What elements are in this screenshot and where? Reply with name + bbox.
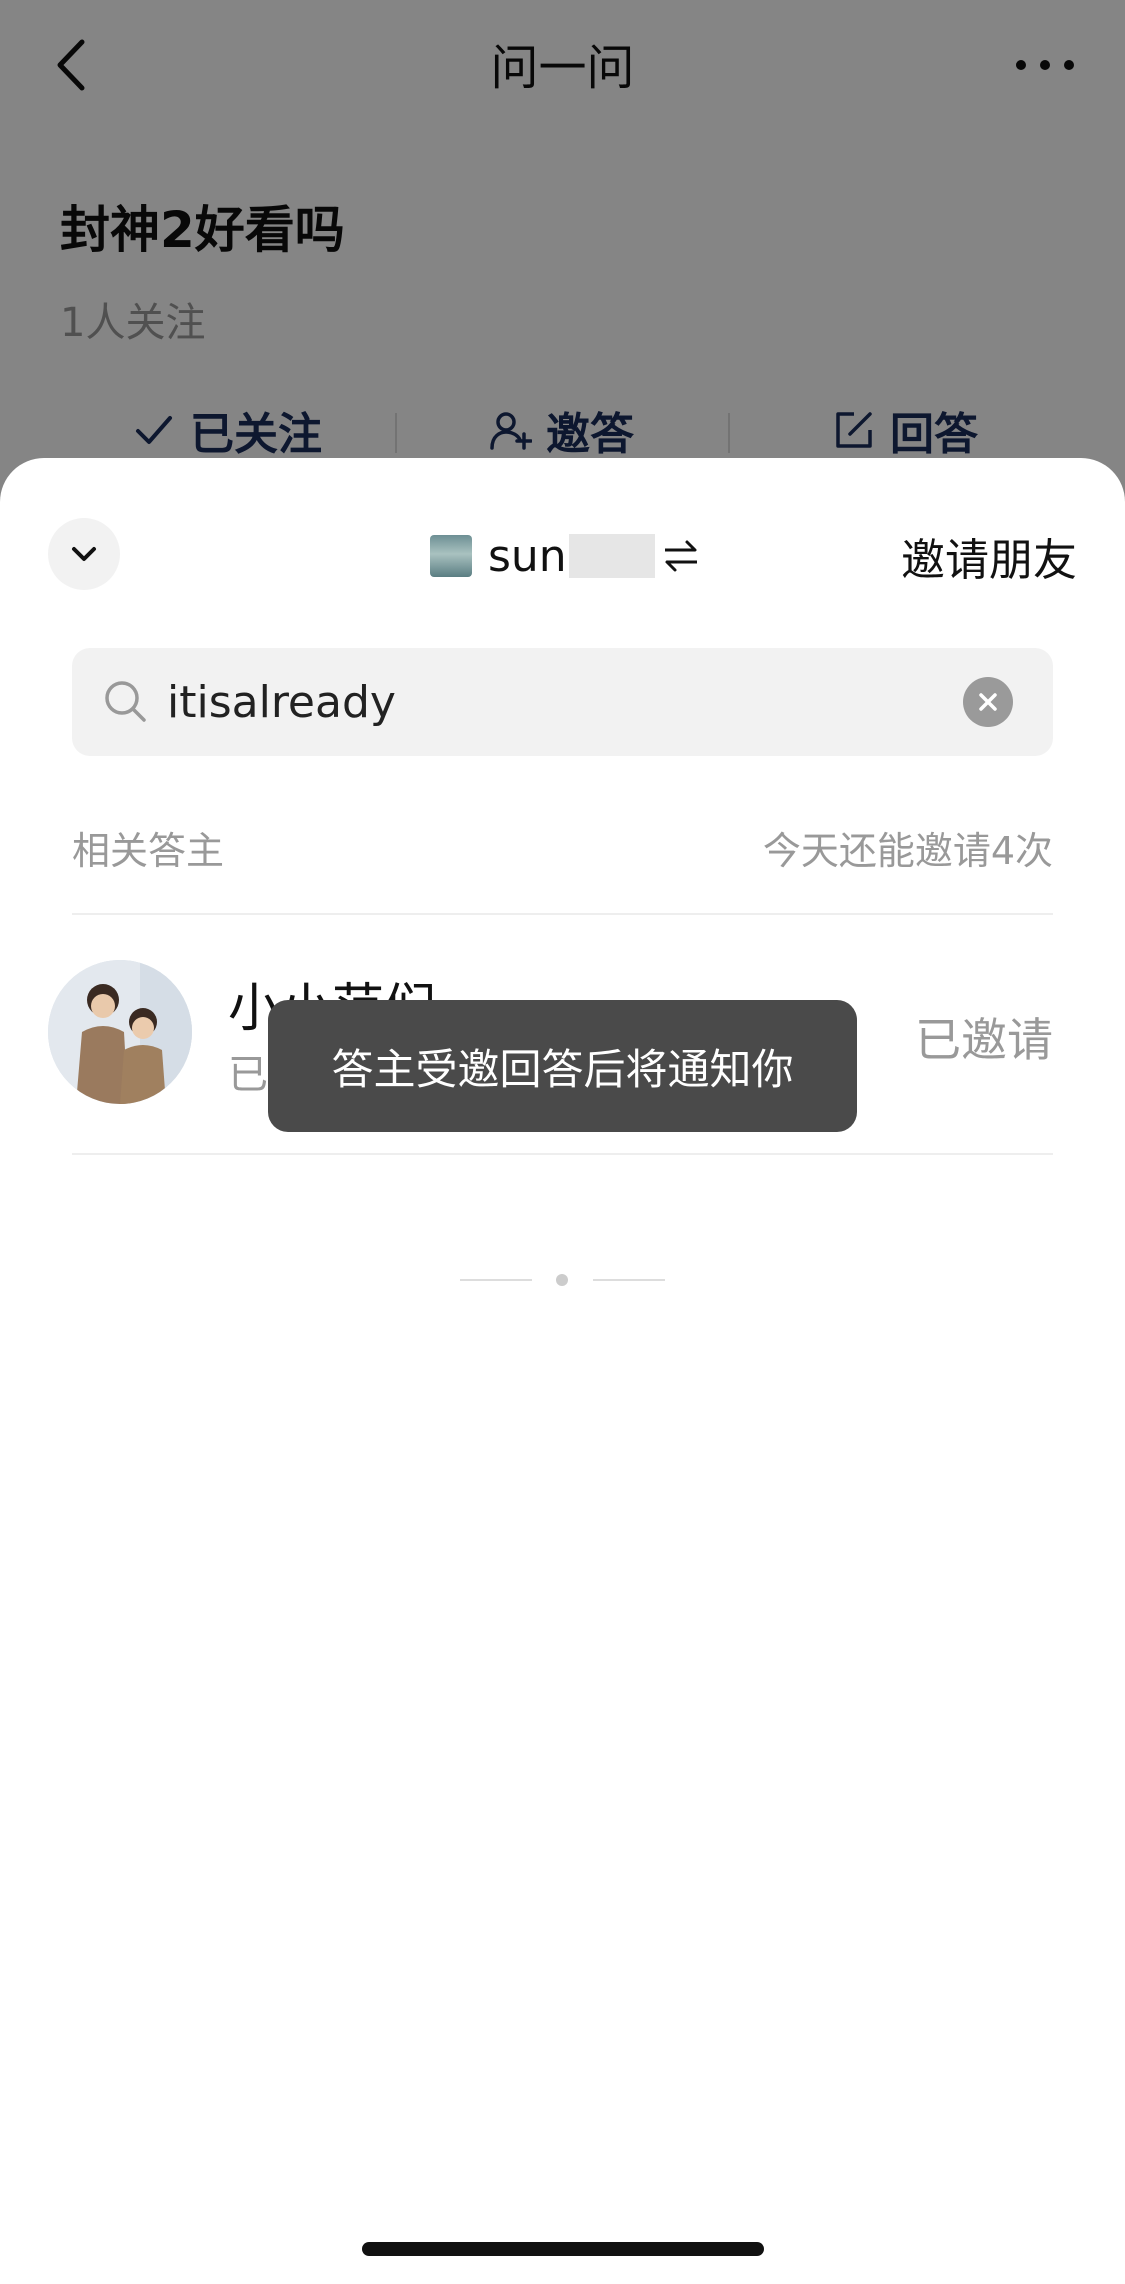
redacted-name bbox=[568, 534, 655, 578]
clear-icon bbox=[979, 693, 997, 711]
search-icon bbox=[105, 681, 146, 722]
collapse-button[interactable] bbox=[48, 518, 120, 590]
toast: 答主受邀回答后将通知你 bbox=[268, 1000, 857, 1132]
chevron-down-icon bbox=[72, 547, 96, 561]
clear-search-button[interactable] bbox=[963, 677, 1013, 727]
invite-sheet: sun 邀请朋友 相关答主 今天还能邀请4次 bbox=[0, 458, 1125, 2284]
home-indicator[interactable] bbox=[362, 2242, 764, 2256]
invite-quota: 今天还能邀请4次 bbox=[762, 829, 1053, 873]
invite-friends-button[interactable]: 邀请朋友 bbox=[901, 524, 1077, 588]
end-line bbox=[460, 1279, 532, 1281]
account-name: sun bbox=[488, 530, 567, 582]
account-avatar bbox=[430, 535, 472, 577]
answerer-subtitle: 已 bbox=[228, 1052, 268, 1098]
switch-account-icon bbox=[664, 540, 697, 572]
end-line bbox=[593, 1279, 665, 1281]
end-dot bbox=[556, 1274, 568, 1286]
search-bar bbox=[72, 648, 1053, 756]
invited-status[interactable]: 已邀请 bbox=[915, 1004, 1053, 1070]
avatar bbox=[48, 960, 192, 1104]
divider bbox=[72, 913, 1053, 915]
list-end-indicator bbox=[460, 1273, 665, 1287]
search-input[interactable] bbox=[167, 670, 967, 734]
section-label: 相关答主 bbox=[72, 829, 225, 873]
divider bbox=[72, 1153, 1053, 1155]
avatar-photo bbox=[48, 960, 192, 1104]
account-switcher[interactable]: sun bbox=[430, 526, 701, 586]
